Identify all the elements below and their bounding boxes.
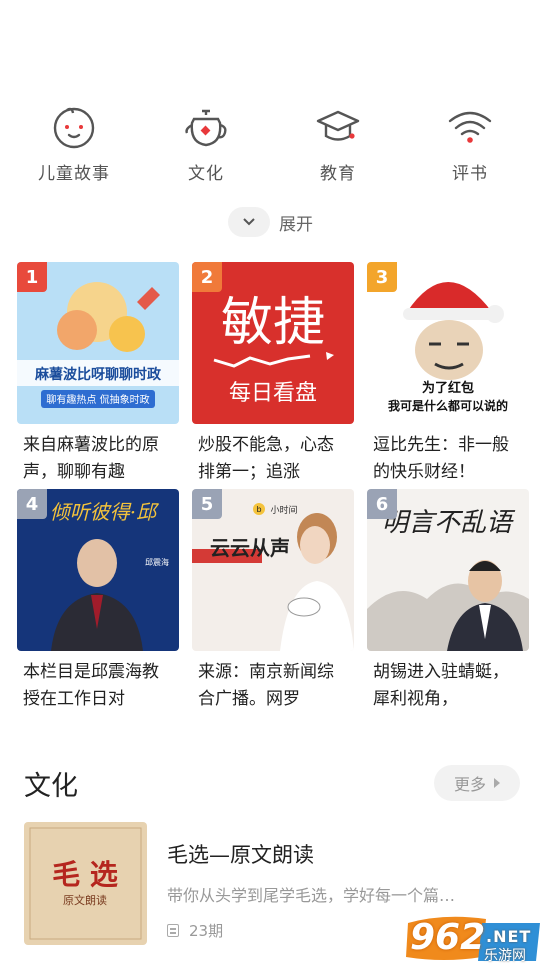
category-kids-stories[interactable]: 儿童故事 bbox=[14, 103, 134, 185]
card-title: 胡锡进入驻蜻蜓，犀利视角， bbox=[373, 662, 509, 709]
cover-title-text: 毛 选 bbox=[52, 858, 118, 891]
cover-sub-text: 每日看盘 bbox=[229, 381, 317, 406]
album-cover: 敏捷 每日看盘 2 bbox=[192, 262, 354, 424]
category-row: 儿童故事 文化 教育 评书 bbox=[0, 103, 544, 185]
album-title: 毛选—原文朗读 bbox=[167, 843, 314, 867]
category-label: 教育 bbox=[320, 164, 356, 184]
ranking-grid: 麻薯波比呀聊聊时政 聊有趣热点 侃抽象时政 1 来自麻薯波比的原声，聊聊有趣 敏… bbox=[17, 262, 529, 711]
rank-badge: 4 bbox=[17, 489, 47, 519]
category-education[interactable]: 教育 bbox=[278, 103, 398, 185]
card-title: 来自麻薯波比的原声，聊聊有趣 bbox=[23, 435, 159, 482]
cover-sub-text: 小时间 bbox=[270, 504, 297, 516]
card-title: 本栏目是邱震海教授在工作日对 bbox=[23, 662, 159, 709]
category-label: 儿童故事 bbox=[38, 164, 110, 184]
radio-waves-icon bbox=[448, 111, 492, 143]
cover-image: 毛 选 原文朗读 bbox=[24, 822, 147, 945]
album-cover: 麻薯波比呀聊聊时政 聊有趣热点 侃抽象时政 1 bbox=[17, 262, 179, 424]
ranking-card[interactable]: 云云从声 b 小时间 5 来源：南京新闻综合广播。网罗 bbox=[192, 489, 354, 711]
more-button[interactable]: 更多 bbox=[434, 765, 520, 801]
chevron-right-icon bbox=[494, 778, 500, 788]
episode-list-icon bbox=[167, 924, 179, 937]
expand-label: 展开 bbox=[279, 214, 313, 235]
cover-title-text: 为了红包 bbox=[422, 380, 474, 396]
section-title: 文化 bbox=[24, 771, 78, 802]
cover-title-text: 云云从声 bbox=[210, 536, 290, 560]
ranking-card[interactable]: 为了红包 我可是什么都可以说的 3 逗比先生：非一般的快乐财经！ bbox=[367, 262, 529, 484]
teapot-icon bbox=[185, 109, 227, 147]
card-title: 逗比先生：非一般的快乐财经！ bbox=[373, 435, 509, 482]
watermark-domain: .NET bbox=[486, 927, 532, 946]
episode-count: 23期 bbox=[189, 922, 224, 940]
ranking-card[interactable]: 倾听彼得·邱 邱震海 4 本栏目是邱震海教授在工作日对 bbox=[17, 489, 179, 711]
watermark-site: 乐游网 bbox=[484, 948, 526, 964]
rank-badge: 1 bbox=[17, 262, 47, 292]
cover-title-text: 敏捷 bbox=[221, 293, 325, 353]
cover-title-text: 倾听彼得·邱 bbox=[50, 500, 159, 524]
album-cover: 倾听彼得·邱 邱震海 4 bbox=[17, 489, 179, 651]
category-storytelling[interactable]: 评书 bbox=[410, 103, 530, 185]
category-label: 文化 bbox=[188, 164, 224, 184]
rank-badge: 3 bbox=[367, 262, 397, 292]
category-culture[interactable]: 文化 bbox=[146, 103, 266, 185]
album-cover: 明言不乱语 6 bbox=[367, 489, 529, 651]
ranking-card[interactable]: 敏捷 每日看盘 2 炒股不能急，心态排第一；追涨 bbox=[192, 262, 354, 484]
album-cover: 毛 选 原文朗读 bbox=[24, 822, 147, 945]
child-face-icon bbox=[53, 107, 95, 149]
cover-sub-text: 聊有趣热点 侃抽象时政 bbox=[46, 393, 149, 406]
rank-badge: 2 bbox=[192, 262, 222, 292]
card-title: 来源：南京新闻综合广播。网罗 bbox=[198, 662, 334, 709]
watermark-number: 962 bbox=[410, 917, 486, 958]
cover-title-text: 麻薯波比呀聊聊时政 bbox=[34, 366, 162, 383]
more-label: 更多 bbox=[453, 775, 486, 794]
expand-button[interactable]: 展开 bbox=[228, 207, 313, 237]
ranking-card[interactable]: 麻薯波比呀聊聊时政 聊有趣热点 侃抽象时政 1 来自麻薯波比的原声，聊聊有趣 bbox=[17, 262, 179, 484]
graduation-cap-icon bbox=[316, 110, 360, 141]
chevron-down-icon bbox=[228, 207, 270, 237]
rank-badge: 5 bbox=[192, 489, 222, 519]
album-cover: 为了红包 我可是什么都可以说的 3 bbox=[367, 262, 529, 424]
ranking-card[interactable]: 明言不乱语 6 胡锡进入驻蜻蜓，犀利视角， bbox=[367, 489, 529, 711]
album-cover: 云云从声 b 小时间 5 bbox=[192, 489, 354, 651]
cover-sub-text: 邱震海 bbox=[145, 557, 169, 567]
album-description: 带你从头学到尾学毛选，学好每一个篇… bbox=[167, 886, 456, 905]
cover-sub-text: 我可是什么都可以说的 bbox=[388, 398, 508, 413]
card-title: 炒股不能急，心态排第一；追涨 bbox=[198, 435, 334, 482]
category-label: 评书 bbox=[452, 164, 488, 184]
svg-text:b: b bbox=[256, 505, 261, 514]
cover-title-text: 明言不乱语 bbox=[382, 508, 516, 538]
cover-sub-text: 原文朗读 bbox=[63, 893, 107, 907]
rank-badge: 6 bbox=[367, 489, 397, 519]
